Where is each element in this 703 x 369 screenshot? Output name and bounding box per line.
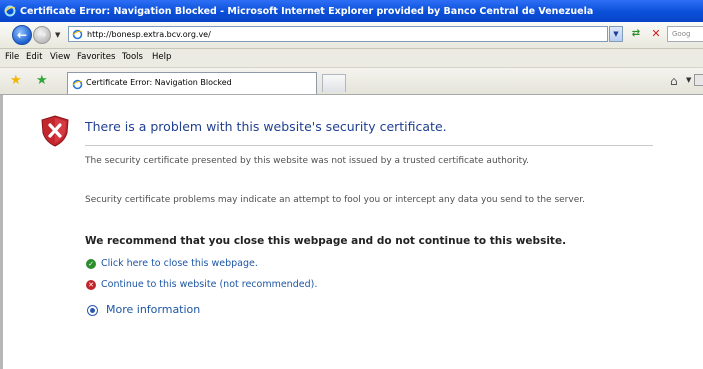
new-tab-button[interactable] — [322, 74, 346, 92]
back-arrow-icon: ← — [16, 28, 28, 42]
search-input[interactable]: Goog — [667, 26, 703, 42]
home-icon[interactable]: ⌂ — [670, 74, 678, 88]
window-title: Certificate Error: Navigation Blocked - … — [20, 5, 594, 17]
page-title: There is a problem with this website's s… — [85, 119, 447, 134]
forward-arrow-icon: → — [37, 28, 47, 41]
search-placeholder: Goog — [672, 30, 691, 38]
check-shield-icon: ✓ — [86, 259, 96, 269]
ie-logo-icon — [4, 5, 16, 17]
expand-down-icon[interactable] — [87, 305, 98, 316]
tab-favicon-icon — [72, 78, 83, 90]
add-favorites-icon[interactable]: ★ — [36, 73, 48, 88]
tab-certificate-error[interactable]: Certificate Error: Navigation Blocked — [67, 72, 317, 94]
close-webpage-link[interactable]: Click here to close this webpage. — [101, 258, 258, 269]
shield-error-icon — [41, 115, 69, 147]
menu-bar: File Edit View Favorites Tools Help — [0, 49, 703, 68]
more-information-link[interactable]: More information — [106, 303, 200, 316]
history-dropdown-icon[interactable]: ▼ — [55, 31, 60, 39]
divider — [85, 145, 653, 146]
recommendation-text: We recommend that you close this webpage… — [85, 235, 567, 247]
favorites-star-icon[interactable]: ★ — [10, 73, 22, 88]
menu-view[interactable]: View — [50, 52, 70, 62]
error-page: There is a problem with this website's s… — [0, 95, 703, 369]
continue-website-link[interactable]: Continue to this website (not recommende… — [101, 279, 317, 290]
security-warning-text: Security certificate problems may indica… — [85, 195, 585, 205]
menu-file[interactable]: File — [5, 52, 19, 62]
address-input[interactable]: http://bonesp.extra.bcv.org.ve/ — [68, 26, 608, 42]
address-dropdown-button[interactable]: ▼ — [609, 26, 623, 42]
certificate-issuer-text: The security certificate presented by th… — [85, 156, 530, 166]
menu-favorites[interactable]: Favorites — [77, 52, 115, 62]
menu-tools[interactable]: Tools — [122, 52, 143, 62]
back-button[interactable]: ← — [12, 25, 32, 45]
address-url: http://bonesp.extra.bcv.org.ve/ — [87, 30, 211, 39]
tab-bar: ★ ★ Certificate Error: Navigation Blocke… — [0, 68, 703, 95]
x-shield-icon: ✕ — [86, 280, 96, 290]
forward-button[interactable]: → — [33, 26, 51, 44]
menu-edit[interactable]: Edit — [26, 52, 42, 62]
feeds-icon[interactable] — [694, 74, 703, 86]
tab-label: Certificate Error: Navigation Blocked — [86, 78, 232, 87]
home-dropdown-icon[interactable]: ▼ — [686, 76, 691, 84]
menu-help[interactable]: Help — [152, 52, 171, 62]
window-titlebar: Certificate Error: Navigation Blocked - … — [0, 0, 703, 22]
page-favicon-icon — [72, 29, 83, 40]
address-toolbar: ← → ▼ http://bonesp.extra.bcv.org.ve/ ▼ … — [0, 22, 703, 49]
stop-icon[interactable]: ✕ — [649, 27, 663, 41]
refresh-icon[interactable]: ⇄ — [628, 27, 644, 41]
